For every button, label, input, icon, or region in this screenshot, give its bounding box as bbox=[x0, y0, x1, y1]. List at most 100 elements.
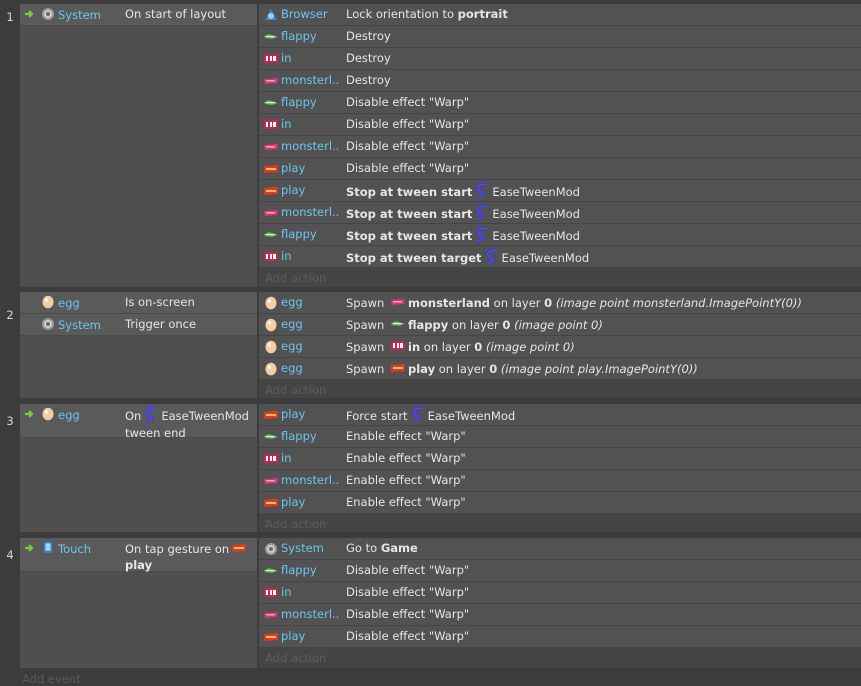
action-row[interactable]: System Go to Game bbox=[259, 538, 861, 560]
action-label: Disable effect "Warp" bbox=[346, 117, 470, 131]
add-action-link[interactable]: Add action bbox=[265, 383, 465, 401]
action-object[interactable]: flappy bbox=[281, 563, 339, 579]
action-row[interactable]: egg Spawn flappy on layer 0 (image point … bbox=[259, 314, 861, 336]
action-row[interactable]: egg Spawn in on layer 0 (image point 0) bbox=[259, 336, 861, 358]
action-object[interactable]: in bbox=[281, 117, 339, 133]
condition-object[interactable]: egg bbox=[38, 295, 124, 311]
action-column[interactable]: egg Spawn monsterland on layer 0 (image p… bbox=[259, 292, 861, 398]
flappy-icon bbox=[390, 317, 406, 334]
condition-object[interactable]: Touch bbox=[38, 541, 124, 557]
action-row[interactable]: play Stop at tween start EaseTweenMod bbox=[259, 180, 861, 202]
action-label: Enable effect "Warp" bbox=[346, 429, 466, 443]
action-object[interactable]: monsterl... bbox=[281, 139, 339, 155]
condition-column[interactable]: System On start of layout bbox=[20, 4, 257, 287]
condition-prefix: On bbox=[125, 409, 142, 423]
action-row[interactable]: flappy Destroy bbox=[259, 26, 861, 48]
condition-row[interactable]: System On start of layout bbox=[20, 4, 257, 26]
action-row[interactable]: in Destroy bbox=[259, 48, 861, 70]
action-object[interactable]: egg bbox=[281, 295, 339, 311]
action-row[interactable]: egg Spawn play on layer 0 (image point pl… bbox=[259, 358, 861, 380]
event-block: 2 egg Is on-screen System Trigger once egg Spa… bbox=[0, 292, 861, 398]
condition-object[interactable]: egg bbox=[38, 407, 124, 423]
egg-icon bbox=[263, 296, 279, 310]
action-row[interactable]: flappy Enable effect "Warp" bbox=[259, 426, 861, 448]
action-row[interactable]: monsterl... Disable effect "Warp" bbox=[259, 136, 861, 158]
action-object[interactable]: in bbox=[281, 249, 339, 265]
tween-icon bbox=[474, 183, 490, 202]
condition-row[interactable]: egg Is on-screen bbox=[20, 292, 257, 314]
condition-column[interactable]: Touch On tap gesture on play bbox=[20, 538, 257, 668]
action-row[interactable]: flappy Disable effect "Warp" bbox=[259, 560, 861, 582]
action-column[interactable]: System Go to Game flappy Disable effect "Wa… bbox=[259, 538, 861, 668]
add-action-link[interactable]: Add action bbox=[265, 651, 465, 669]
condition-suffix: tween end bbox=[125, 426, 186, 440]
action-row[interactable]: in Enable effect "Warp" bbox=[259, 448, 861, 470]
action-column[interactable]: play Force start EaseTweenMod flappy Enable … bbox=[259, 404, 861, 532]
condition-object[interactable]: System bbox=[38, 317, 124, 333]
condition-object-name: Touch bbox=[58, 542, 92, 556]
action-object[interactable]: play bbox=[281, 183, 339, 199]
action-object[interactable]: in bbox=[281, 585, 339, 601]
action-row[interactable]: play Force start EaseTweenMod bbox=[259, 404, 861, 426]
condition-text: On tap gesture on play bbox=[125, 541, 255, 572]
action-text: Disable effect "Warp" bbox=[346, 563, 856, 577]
spawn-target: play bbox=[408, 362, 436, 376]
action-object[interactable]: egg bbox=[281, 339, 339, 355]
action-row[interactable]: in Disable effect "Warp" bbox=[259, 114, 861, 136]
condition-column[interactable]: egg On EaseTweenMod tween end bbox=[20, 404, 257, 532]
action-object[interactable]: play bbox=[281, 495, 339, 511]
action-object[interactable]: monsterl... bbox=[281, 73, 339, 89]
action-label: Disable effect "Warp" bbox=[346, 95, 470, 109]
in-icon bbox=[263, 586, 279, 600]
monsterland-icon bbox=[263, 474, 279, 488]
action-object[interactable]: in bbox=[281, 451, 339, 467]
action-text: Enable effect "Warp" bbox=[346, 429, 856, 443]
action-row[interactable]: egg Spawn monsterland on layer 0 (image p… bbox=[259, 292, 861, 314]
action-text: Enable effect "Warp" bbox=[346, 473, 856, 487]
action-row[interactable]: flappy Disable effect "Warp" bbox=[259, 92, 861, 114]
action-row[interactable]: monsterl... Enable effect "Warp" bbox=[259, 470, 861, 492]
add-action-link[interactable]: Add action bbox=[265, 517, 465, 535]
action-object[interactable]: flappy bbox=[281, 429, 339, 445]
spawn-point: (image point 0) bbox=[514, 318, 603, 332]
action-object[interactable]: play bbox=[281, 161, 339, 177]
action-object[interactable]: Browser bbox=[281, 7, 339, 23]
action-object[interactable]: play bbox=[281, 407, 339, 423]
condition-object[interactable]: System bbox=[38, 7, 124, 23]
action-object[interactable]: play bbox=[281, 629, 339, 645]
action-row[interactable]: monsterl... Destroy bbox=[259, 70, 861, 92]
action-object[interactable]: egg bbox=[281, 317, 339, 333]
action-object[interactable]: in bbox=[281, 51, 339, 67]
action-row[interactable]: flappy Stop at tween start EaseTweenMod bbox=[259, 224, 861, 246]
condition-row[interactable]: egg On EaseTweenMod tween end bbox=[20, 404, 257, 440]
action-row[interactable]: in Disable effect "Warp" bbox=[259, 582, 861, 604]
action-object[interactable]: flappy bbox=[281, 95, 339, 111]
action-object[interactable]: monsterl... bbox=[281, 205, 339, 221]
condition-target: play bbox=[125, 558, 153, 572]
add-event-link[interactable]: Add event bbox=[22, 672, 81, 686]
action-object[interactable]: monsterl... bbox=[281, 607, 339, 623]
action-row[interactable]: monsterl... Stop at tween start EaseTweenM… bbox=[259, 202, 861, 224]
condition-column[interactable]: egg Is on-screen System Trigger once bbox=[20, 292, 257, 398]
monsterland-icon bbox=[263, 206, 279, 220]
tween-icon bbox=[143, 407, 159, 426]
action-object[interactable]: egg bbox=[281, 361, 339, 377]
action-object[interactable]: System bbox=[281, 541, 339, 557]
action-row[interactable]: Browser Lock orientation to portrait bbox=[259, 4, 861, 26]
add-action-link[interactable]: Add action bbox=[265, 271, 465, 289]
action-row[interactable]: play Disable effect "Warp" bbox=[259, 158, 861, 180]
action-row[interactable]: play Disable effect "Warp" bbox=[259, 626, 861, 648]
action-row[interactable]: monsterl... Disable effect "Warp" bbox=[259, 604, 861, 626]
action-row[interactable]: in Stop at tween target EaseTweenMod bbox=[259, 246, 861, 268]
condition-text: On start of layout bbox=[125, 7, 255, 21]
condition-row[interactable]: System Trigger once bbox=[20, 314, 257, 336]
action-row[interactable]: play Enable effect "Warp" bbox=[259, 492, 861, 514]
condition-object-name: egg bbox=[58, 408, 80, 422]
condition-row[interactable]: Touch On tap gesture on play bbox=[20, 538, 257, 572]
tween-icon bbox=[484, 249, 500, 268]
action-object[interactable]: monsterl... bbox=[281, 473, 339, 489]
action-text: Disable effect "Warp" bbox=[346, 95, 856, 109]
action-object[interactable]: flappy bbox=[281, 227, 339, 243]
action-object[interactable]: flappy bbox=[281, 29, 339, 45]
action-column[interactable]: Browser Lock orientation to portrait flapp… bbox=[259, 4, 861, 287]
